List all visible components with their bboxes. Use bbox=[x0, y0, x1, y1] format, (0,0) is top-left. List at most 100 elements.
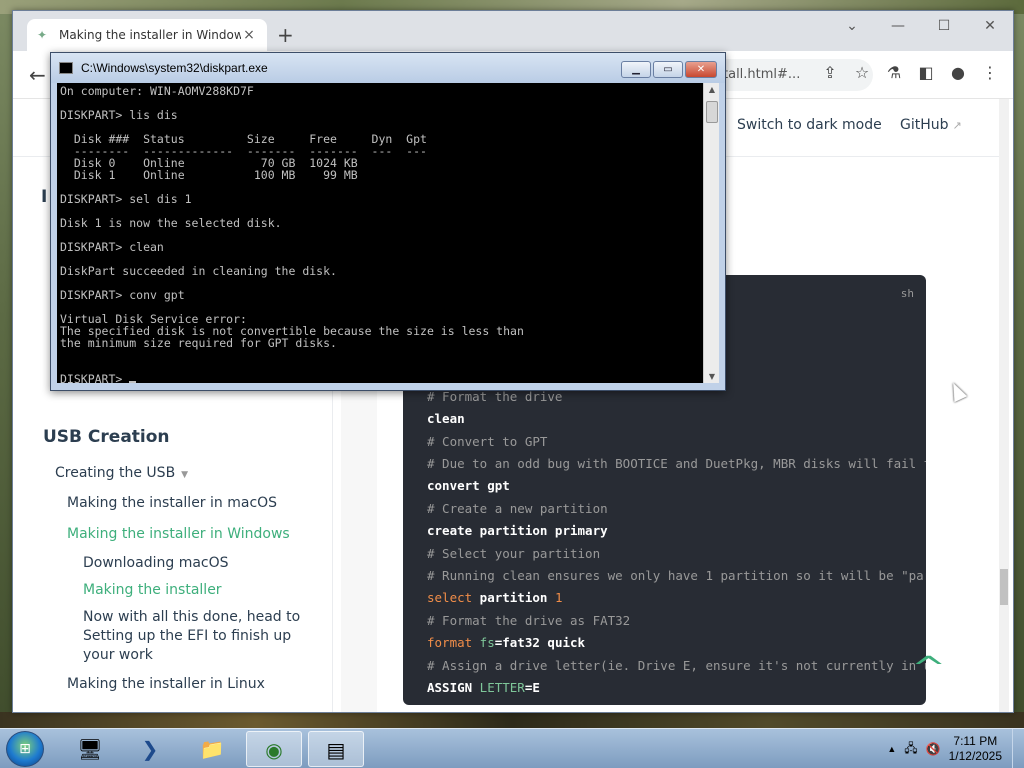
console-output[interactable]: On computer: WIN-AOMV288KD7F DISKPART> li… bbox=[57, 83, 703, 383]
diskpart-window: C:\Windows\system32\diskpart.exe ▁ ▭ ✕ O… bbox=[50, 52, 726, 391]
volume-muted-icon[interactable]: 🔇 bbox=[926, 742, 941, 756]
taskbar-chrome[interactable]: ◉ bbox=[246, 731, 302, 767]
page-scrollbar[interactable] bbox=[999, 99, 1009, 712]
taskbar-cmd[interactable]: ▤ bbox=[308, 731, 364, 767]
back-to-top-icon[interactable]: ^ bbox=[911, 651, 946, 686]
github-label: GitHub bbox=[900, 117, 949, 133]
taskbar: ⊞ 🖥 ❯ 📁 ◉ ▤ ▲ 🖧 🔇 7:11 PM 1/12/2025 bbox=[0, 728, 1024, 768]
sidebar-item-installer-windows[interactable]: Making the installer in Windows bbox=[67, 525, 290, 544]
cmd-window-controls: ▁ ▭ ✕ bbox=[621, 61, 717, 78]
code-line: format fs=fat32 quick bbox=[427, 635, 585, 650]
cmd-window-title: C:\Windows\system32\diskpart.exe bbox=[81, 61, 268, 75]
code-line: clean bbox=[427, 411, 465, 426]
cmd-maximize-button[interactable]: ▭ bbox=[653, 61, 683, 78]
scroll-up-icon[interactable]: ▲ bbox=[704, 85, 720, 94]
clock-date: 1/12/2025 bbox=[948, 749, 1002, 763]
cmd-close-button[interactable]: ✕ bbox=[685, 61, 717, 78]
console-line: DiskPart succeeded in cleaning the disk. bbox=[60, 264, 337, 278]
tab-title: Making the installer in Windows bbox=[59, 28, 241, 42]
code-line: convert gpt bbox=[427, 478, 510, 493]
console-line: On computer: WIN-AOMV288KD7F bbox=[60, 84, 254, 98]
console-line: DISKPART> sel dis 1 bbox=[60, 192, 192, 206]
tab-search-icon[interactable]: ⌄ bbox=[829, 11, 875, 41]
dark-mode-link[interactable]: Switch to dark mode bbox=[737, 117, 882, 133]
code-number: 1 bbox=[554, 590, 563, 605]
console-app-icon bbox=[59, 62, 73, 74]
console-line: Disk 1 Online 100 MB 99 MB bbox=[60, 168, 358, 182]
console-scrollbar-thumb[interactable] bbox=[706, 101, 718, 123]
code-keyword: format bbox=[427, 635, 473, 650]
tab-strip: ✦ Making the installer in Windows × + ⌄ … bbox=[13, 11, 1013, 51]
page-scrollbar-thumb[interactable] bbox=[1000, 569, 1008, 605]
start-button[interactable]: ⊞ bbox=[6, 731, 44, 767]
code-text: =fat32 quick bbox=[494, 635, 586, 650]
scroll-down-icon[interactable]: ▼ bbox=[704, 372, 720, 381]
system-tray: ▲ 🖧 🔇 7:11 PM 1/12/2025 bbox=[887, 733, 1016, 765]
console-line: DISKPART> lis dis bbox=[60, 108, 178, 122]
maximize-button[interactable]: ☐ bbox=[921, 11, 967, 41]
code-line: # Due to an odd bug with BOOTICE and Due… bbox=[427, 456, 926, 471]
profile-avatar-icon[interactable]: ● bbox=[949, 63, 967, 82]
network-icon[interactable]: 🖧 bbox=[904, 739, 917, 760]
taskbar-server-manager[interactable]: 🖥 bbox=[62, 731, 118, 767]
share-icon[interactable]: ⇪ bbox=[821, 63, 839, 82]
browser-tab[interactable]: ✦ Making the installer in Windows × bbox=[27, 19, 267, 51]
back-icon[interactable]: ← bbox=[29, 63, 46, 87]
sidebar-item-downloading-macos[interactable]: Downloading macOS bbox=[83, 554, 229, 573]
external-link-icon: ↗ bbox=[952, 119, 962, 132]
minimize-button[interactable]: — bbox=[875, 11, 921, 41]
code-line: ASSIGN LETTER=E bbox=[427, 680, 540, 695]
code-language-label: sh bbox=[900, 287, 914, 300]
clock[interactable]: 7:11 PM 1/12/2025 bbox=[949, 734, 1002, 764]
code-line: # Create a new partition bbox=[427, 501, 608, 516]
taskbar-file-explorer[interactable]: 📁 bbox=[184, 731, 240, 767]
new-tab-button[interactable]: + bbox=[277, 25, 294, 45]
side-panel-icon[interactable]: ◧ bbox=[917, 63, 935, 82]
caret-down-icon: ▼ bbox=[181, 470, 189, 480]
taskbar-powershell[interactable]: ❯ bbox=[122, 731, 178, 767]
console-line: Disk 1 is now the selected disk. bbox=[60, 216, 282, 230]
code-line: # Assign a drive letter(ie. Drive E, ens… bbox=[427, 658, 926, 673]
code-line: create partition primary bbox=[427, 523, 608, 538]
clock-time: 7:11 PM bbox=[953, 734, 998, 748]
toolbar-icons: ⇪ ☆ ⚗ ◧ ● ⋮ bbox=[821, 63, 999, 82]
sidebar-item-label: Creating the USB bbox=[55, 465, 176, 481]
sidebar-item-creating-usb[interactable]: Creating the USB ▼ bbox=[55, 464, 188, 485]
console-line: DISKPART> conv gpt bbox=[60, 288, 185, 302]
code-line: # Select your partition bbox=[427, 546, 601, 561]
favicon-icon: ✦ bbox=[37, 28, 48, 42]
code-line: select partition 1 bbox=[427, 590, 562, 605]
console-line: DISKPART> clean bbox=[60, 240, 164, 254]
console-scrollbar[interactable]: ▲ ▼ bbox=[703, 83, 719, 383]
bookmark-star-icon[interactable]: ☆ bbox=[853, 63, 871, 82]
github-link[interactable]: GitHub ↗ bbox=[900, 117, 962, 133]
tray-expand-icon[interactable]: ▲ bbox=[887, 744, 896, 754]
menu-kebab-icon[interactable]: ⋮ bbox=[981, 63, 999, 82]
code-attribute: fs bbox=[472, 635, 495, 650]
code-text: ASSIGN bbox=[427, 680, 473, 695]
extension-flask-icon[interactable]: ⚗ bbox=[885, 63, 903, 82]
console-line: the minimum size required for GPT disks. bbox=[60, 336, 337, 350]
code-text: partition bbox=[472, 590, 555, 605]
sidebar-heading-usb-creation[interactable]: USB Creation bbox=[43, 427, 170, 447]
text-cursor bbox=[129, 381, 137, 383]
show-desktop-button[interactable] bbox=[1012, 729, 1024, 768]
sidebar-partial-heading: I bbox=[41, 187, 48, 207]
cmd-titlebar[interactable]: C:\Windows\system32\diskpart.exe ▁ ▭ ✕ bbox=[51, 53, 725, 83]
code-text: =E bbox=[524, 680, 540, 695]
browser-window-controls: ⌄ — ☐ ✕ bbox=[829, 11, 1013, 41]
sidebar-item-setup-efi[interactable]: Now with all this done, head to Setting … bbox=[83, 608, 313, 665]
close-button[interactable]: ✕ bbox=[967, 11, 1013, 41]
code-attribute: LETTER bbox=[472, 680, 525, 695]
code-line: # Convert to GPT bbox=[427, 434, 548, 449]
code-line: # Running clean ensures we only have 1 p… bbox=[427, 568, 926, 583]
cmd-minimize-button[interactable]: ▁ bbox=[621, 61, 651, 78]
sidebar-item-making-installer[interactable]: Making the installer bbox=[83, 581, 222, 600]
code-line: # Format the drive as FAT32 bbox=[427, 613, 631, 628]
code-line: # Format the drive bbox=[427, 389, 563, 404]
sidebar-item-installer-linux[interactable]: Making the installer in Linux bbox=[67, 675, 265, 694]
tab-close-icon[interactable]: × bbox=[241, 27, 257, 43]
sidebar-item-installer-macos[interactable]: Making the installer in macOS bbox=[67, 494, 277, 513]
code-keyword: select bbox=[427, 590, 473, 605]
console-line: DISKPART> bbox=[60, 373, 137, 383]
